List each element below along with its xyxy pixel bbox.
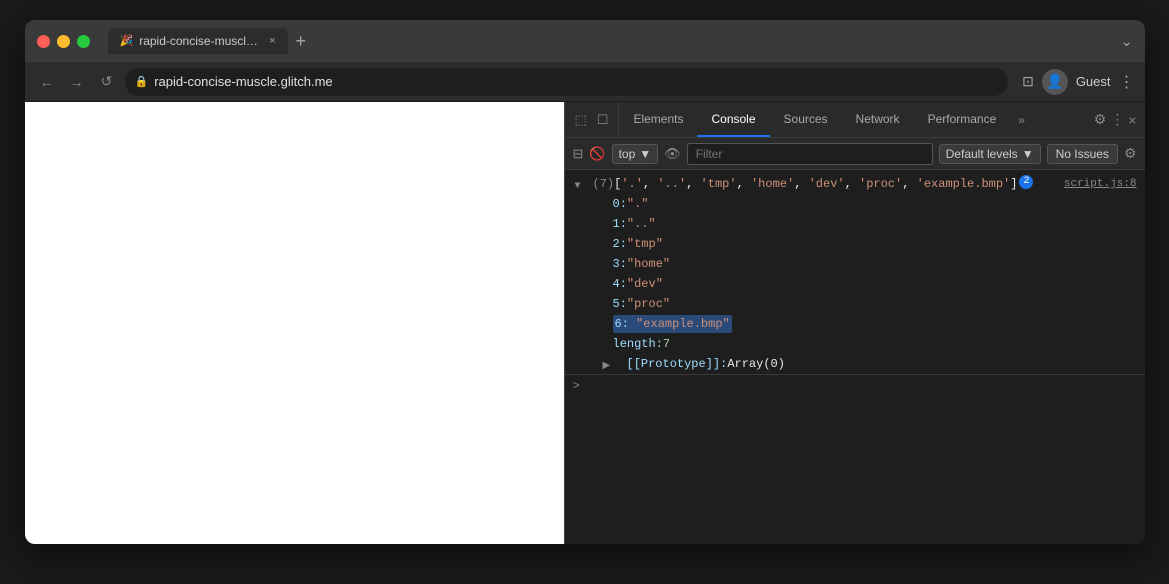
address-text: rapid-concise-muscle.glitch.me: [154, 74, 332, 89]
tab-sources[interactable]: Sources: [770, 102, 842, 137]
array-item-6-highlighted: 6: "example.bmp": [613, 315, 732, 333]
tab-close-button[interactable]: ×: [269, 35, 275, 47]
log-levels-label: Default levels: [946, 147, 1018, 161]
array-items-preview: ['.', '..', 'tmp', 'home', 'dev', 'proc'…: [614, 175, 1017, 193]
devtools-inspect-icon[interactable]: ⬚: [573, 110, 589, 130]
context-selector[interactable]: top ▼: [612, 144, 659, 164]
eager-evaluation-icon[interactable]: 👁: [664, 146, 681, 162]
tab-performance[interactable]: Performance: [914, 102, 1011, 137]
more-tabs-button[interactable]: »: [1010, 113, 1033, 127]
no-issues-button[interactable]: No Issues: [1047, 144, 1118, 164]
minimize-button[interactable]: [57, 35, 70, 48]
prototype-value: Array(0): [727, 355, 785, 373]
profile-label: Guest: [1076, 74, 1111, 89]
prop-val-2: "tmp": [627, 235, 663, 253]
array-item-3: 3: "home": [565, 254, 1145, 274]
browser-menu-button[interactable]: ⋮: [1119, 72, 1135, 92]
prop-key-0: 0:: [613, 195, 627, 213]
devtools-more-icon[interactable]: ⋮: [1110, 111, 1124, 128]
tab-bar: 🎉 rapid-concise-muscle.glitch.m... × +: [108, 28, 1113, 54]
prop-key-2: 2:: [613, 235, 627, 253]
devtools-tabs: Elements Console Sources Network Perform…: [619, 102, 1085, 137]
lock-icon: 🔒: [135, 75, 149, 88]
array-item-1: 1: "..": [565, 214, 1145, 234]
context-selector-arrow: ▼: [639, 147, 651, 161]
console-filter-input[interactable]: [687, 143, 933, 165]
title-bar: 🎉 rapid-concise-muscle.glitch.m... × + ⌄: [25, 20, 1145, 62]
devtools-device-icon[interactable]: ☐: [595, 110, 611, 130]
reload-button[interactable]: ↺: [95, 70, 119, 94]
length-value: 7: [663, 335, 670, 353]
tab-favicon: 🎉: [120, 34, 134, 48]
tab-network[interactable]: Network: [842, 102, 914, 137]
new-tab-button[interactable]: +: [296, 31, 307, 52]
profile-avatar-icon: 👤: [1046, 73, 1063, 90]
sidebar-button[interactable]: ⊡: [1022, 73, 1034, 90]
console-sidebar-toggle[interactable]: ⊟: [573, 146, 584, 162]
tab-console[interactable]: Console: [697, 102, 769, 137]
forward-button[interactable]: →: [65, 70, 89, 94]
nav-right: ⊡ 👤 Guest ⋮: [1022, 69, 1134, 95]
tab-elements[interactable]: Elements: [619, 102, 697, 137]
devtools-panel: ⬚ ☐ Elements Console Sources Network: [565, 102, 1145, 544]
prop-key-4: 4:: [613, 275, 627, 293]
array-count: (7): [593, 175, 615, 193]
active-tab[interactable]: 🎉 rapid-concise-muscle.glitch.m... ×: [108, 28, 288, 54]
console-array-line: ▼ (7) ['.', '..', 'tmp', 'home', 'dev', …: [565, 174, 1145, 194]
array-item-6: 6: "example.bmp": [565, 314, 1145, 334]
prop-val-3: "home": [627, 255, 670, 273]
console-clear-button[interactable]: 🚫: [589, 146, 605, 162]
tab-title: rapid-concise-muscle.glitch.m...: [139, 34, 259, 48]
console-entry: (7) ['.', '..', 'tmp', 'home', 'dev', 'p…: [593, 175, 1137, 193]
array-item-5: 5: "proc": [565, 294, 1145, 314]
context-selector-label: top: [619, 147, 636, 161]
prop-key-1: 1:: [613, 215, 627, 233]
traffic-lights: [37, 35, 90, 48]
array-item-4: 4: "dev": [565, 274, 1145, 294]
address-bar[interactable]: 🔒 rapid-concise-muscle.glitch.me: [125, 68, 1009, 96]
log-levels-selector[interactable]: Default levels ▼: [939, 144, 1041, 164]
page-area: [25, 102, 565, 544]
prop-key-6: 6:: [615, 317, 637, 331]
console-toolbar: ⊟ 🚫 top ▼ 👁 Default levels ▼ No Issues ⚙: [565, 138, 1145, 170]
array-item-2: 2: "tmp": [565, 234, 1145, 254]
browser-window: 🎉 rapid-concise-muscle.glitch.m... × + ⌄…: [25, 20, 1145, 544]
main-content: ⬚ ☐ Elements Console Sources Network: [25, 102, 1145, 544]
devtools-toolbar: ⬚ ☐ Elements Console Sources Network: [565, 102, 1145, 138]
log-levels-arrow: ▼: [1022, 147, 1034, 161]
console-input[interactable]: [586, 379, 1137, 393]
devtools-settings-icon[interactable]: ⚙: [1094, 111, 1107, 128]
prop-key-5: 5:: [613, 295, 627, 313]
console-prompt-icon: >: [573, 379, 580, 393]
prop-key-3: 3:: [613, 255, 627, 273]
back-button[interactable]: ←: [35, 70, 59, 94]
source-link[interactable]: script.js:8: [1064, 175, 1137, 193]
maximize-button[interactable]: [77, 35, 90, 48]
console-settings-icon[interactable]: ⚙: [1124, 145, 1137, 162]
repeat-count-badge: 2: [1019, 175, 1033, 189]
devtools-close-icon[interactable]: ×: [1128, 112, 1136, 128]
profile-icon[interactable]: 👤: [1042, 69, 1068, 95]
length-key: length:: [613, 335, 663, 353]
close-button[interactable]: [37, 35, 50, 48]
devtools-icons-group: ⬚ ☐: [565, 102, 620, 137]
prop-val-5: "proc": [627, 295, 670, 313]
prop-val-0: ".": [627, 195, 649, 213]
prop-val-4: "dev": [627, 275, 663, 293]
array-item-0: 0: ".": [565, 194, 1145, 214]
prop-val-6: "example.bmp": [636, 317, 730, 331]
console-input-line: >: [565, 374, 1145, 397]
prototype-line: ▶ [[Prototype]]: Array(0): [565, 354, 1145, 374]
prop-val-1: "..": [627, 215, 656, 233]
navigation-bar: ← → ↺ 🔒 rapid-concise-muscle.glitch.me ⊡…: [25, 62, 1145, 102]
array-length: length: 7: [565, 334, 1145, 354]
devtools-settings-group: ⚙ ⋮ ×: [1086, 111, 1145, 128]
prototype-key: [[Prototype]]:: [613, 355, 728, 373]
console-output: ▼ (7) ['.', '..', 'tmp', 'home', 'dev', …: [565, 170, 1145, 544]
window-expand-icon[interactable]: ⌄: [1121, 33, 1133, 50]
